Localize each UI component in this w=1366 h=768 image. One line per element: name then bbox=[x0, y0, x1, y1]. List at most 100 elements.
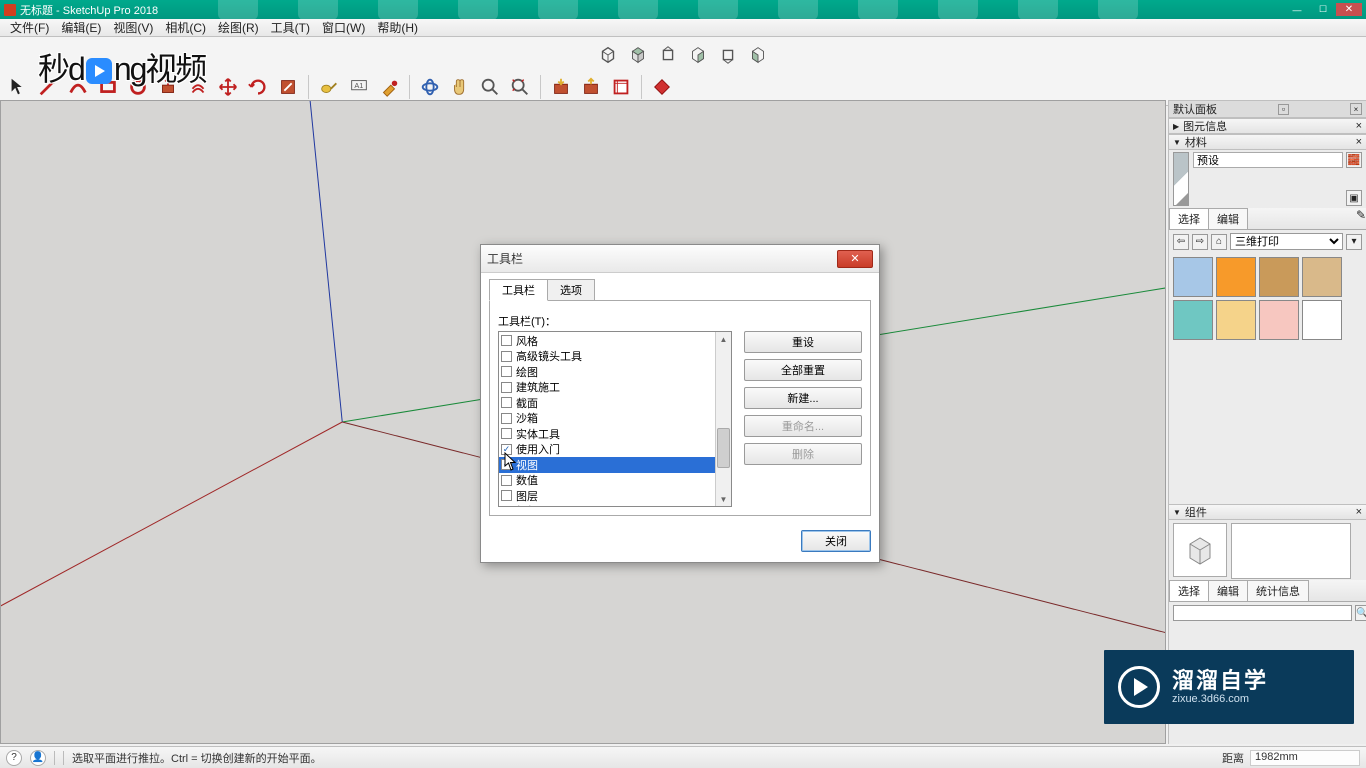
view-front-icon[interactable] bbox=[654, 41, 682, 69]
material-swatch[interactable] bbox=[1173, 300, 1213, 340]
toolbar-list-item[interactable]: 高级镜头工具 bbox=[499, 349, 731, 365]
offset-tool-icon[interactable] bbox=[184, 73, 212, 101]
warehouse-get-icon[interactable] bbox=[547, 73, 575, 101]
reset-all-button[interactable]: 全部重置 bbox=[744, 359, 862, 381]
material-swatch[interactable] bbox=[1216, 300, 1256, 340]
new-button[interactable]: 新建... bbox=[744, 387, 862, 409]
menu-tools[interactable]: 工具(T) bbox=[265, 19, 316, 36]
extension-warehouse-icon[interactable] bbox=[648, 73, 676, 101]
pan-tool-icon[interactable] bbox=[446, 73, 474, 101]
components-header[interactable]: ▼ 组件 × bbox=[1169, 504, 1366, 520]
menu-file[interactable]: 文件(F) bbox=[4, 19, 55, 36]
rectangle-tool-icon[interactable] bbox=[94, 73, 122, 101]
dialog-titlebar[interactable]: 工具栏 ✕ bbox=[481, 245, 879, 273]
view-left-icon[interactable] bbox=[744, 41, 772, 69]
toolbar-list-item[interactable]: 相机 bbox=[499, 504, 731, 508]
section-close-icon[interactable]: × bbox=[1356, 120, 1362, 132]
arc-tool-icon[interactable] bbox=[64, 73, 92, 101]
tab-select[interactable]: 选择 bbox=[1169, 580, 1209, 601]
dialog-tab-toolbars[interactable]: 工具栏 bbox=[489, 279, 548, 301]
scroll-up-icon[interactable]: ▲ bbox=[716, 332, 731, 346]
tab-stats[interactable]: 统计信息 bbox=[1247, 580, 1309, 601]
material-name-input[interactable] bbox=[1193, 152, 1343, 168]
user-icon[interactable]: 👤 bbox=[30, 750, 46, 766]
tab-edit[interactable]: 编辑 bbox=[1208, 580, 1248, 601]
checkbox-icon[interactable] bbox=[501, 351, 512, 362]
toolbar-list-item[interactable]: 风格 bbox=[499, 333, 731, 349]
checkbox-icon[interactable] bbox=[501, 413, 512, 424]
checkbox-icon[interactable] bbox=[501, 428, 512, 439]
reset-button[interactable]: 重设 bbox=[744, 331, 862, 353]
toolbars-listbox[interactable]: 风格高级镜头工具绘图建筑施工截面沙箱实体工具✓使用入门✓视图数值图层相机 ▲ ▼ bbox=[498, 331, 732, 507]
menu-camera[interactable]: 相机(C) bbox=[159, 19, 212, 36]
rotate-tool-icon[interactable] bbox=[244, 73, 272, 101]
minimize-button[interactable] bbox=[1284, 3, 1310, 16]
circle-tool-icon[interactable] bbox=[124, 73, 152, 101]
scale-tool-icon[interactable] bbox=[274, 73, 302, 101]
create-material-icon[interactable]: 🧱 bbox=[1346, 152, 1362, 168]
component-preview[interactable] bbox=[1173, 523, 1227, 577]
checkbox-icon[interactable] bbox=[501, 490, 512, 501]
move-tool-icon[interactable] bbox=[214, 73, 242, 101]
materials-header[interactable]: ▼ 材料 × bbox=[1169, 134, 1366, 150]
view-back-icon[interactable] bbox=[714, 41, 742, 69]
menu-edit[interactable]: 编辑(E) bbox=[55, 19, 107, 36]
select-tool-icon[interactable] bbox=[4, 73, 32, 101]
material-preview[interactable] bbox=[1173, 152, 1189, 206]
home-icon[interactable]: ⌂ bbox=[1211, 234, 1227, 250]
help-icon[interactable]: ? bbox=[6, 750, 22, 766]
material-swatch[interactable] bbox=[1216, 257, 1256, 297]
toolbar-list-item[interactable]: 实体工具 bbox=[499, 426, 731, 442]
toolbar-list-item[interactable]: 绘图 bbox=[499, 364, 731, 380]
tab-select[interactable]: 选择 bbox=[1169, 208, 1209, 229]
library-menu-icon[interactable]: ▾ bbox=[1346, 234, 1362, 250]
toolbar-list-item[interactable]: 数值 bbox=[499, 473, 731, 489]
paint-tool-icon[interactable] bbox=[375, 73, 403, 101]
line-tool-icon[interactable] bbox=[34, 73, 62, 101]
view-top-icon[interactable] bbox=[624, 41, 652, 69]
component-search-input[interactable] bbox=[1173, 605, 1352, 621]
layout-icon[interactable] bbox=[607, 73, 635, 101]
dialog-tab-options[interactable]: 选项 bbox=[547, 279, 595, 301]
menu-help[interactable]: 帮助(H) bbox=[371, 19, 424, 36]
material-category-select[interactable]: 三维打印 bbox=[1230, 233, 1343, 250]
menu-view[interactable]: 视图(V) bbox=[107, 19, 159, 36]
eyedropper-icon[interactable]: ✎ bbox=[1356, 208, 1366, 229]
toolbar-list-item[interactable]: ✓视图 bbox=[499, 457, 731, 473]
orbit-tool-icon[interactable] bbox=[416, 73, 444, 101]
tray-close-icon[interactable]: × bbox=[1350, 103, 1362, 115]
zoom-extents-icon[interactable] bbox=[506, 73, 534, 101]
section-close-icon[interactable]: × bbox=[1356, 506, 1362, 518]
menu-draw[interactable]: 绘图(R) bbox=[212, 19, 265, 36]
window-close-button[interactable] bbox=[1336, 3, 1362, 16]
tape-tool-icon[interactable] bbox=[315, 73, 343, 101]
toolbar-list-item[interactable]: 截面 bbox=[499, 395, 731, 411]
dialog-close-button[interactable]: ✕ bbox=[837, 250, 873, 268]
zoom-tool-icon[interactable] bbox=[476, 73, 504, 101]
toolbar-list-item[interactable]: ✓使用入门 bbox=[499, 442, 731, 458]
text-tool-icon[interactable]: A1 bbox=[345, 73, 373, 101]
maximize-button[interactable] bbox=[1310, 3, 1336, 16]
pushpull-tool-icon[interactable] bbox=[154, 73, 182, 101]
view-right-icon[interactable] bbox=[684, 41, 712, 69]
material-swatch[interactable] bbox=[1173, 257, 1213, 297]
checkbox-icon[interactable] bbox=[501, 366, 512, 377]
material-swatch[interactable] bbox=[1259, 300, 1299, 340]
warehouse-share-icon[interactable] bbox=[577, 73, 605, 101]
forward-icon[interactable]: ⇨ bbox=[1192, 234, 1208, 250]
toolbar-list-item[interactable]: 沙箱 bbox=[499, 411, 731, 427]
scroll-down-icon[interactable]: ▼ bbox=[716, 492, 731, 506]
checkbox-icon[interactable] bbox=[501, 397, 512, 408]
menu-window[interactable]: 窗口(W) bbox=[316, 19, 371, 36]
measurement-value[interactable]: 1982mm bbox=[1250, 750, 1360, 766]
toolbar-list-item[interactable]: 建筑施工 bbox=[499, 380, 731, 396]
view-iso-icon[interactable] bbox=[594, 41, 622, 69]
scrollbar[interactable]: ▲ ▼ bbox=[715, 332, 731, 506]
tab-edit[interactable]: 编辑 bbox=[1208, 208, 1248, 229]
entity-info-header[interactable]: ▶ 图元信息 × bbox=[1169, 118, 1366, 134]
section-close-icon[interactable]: × bbox=[1356, 136, 1362, 148]
checkbox-icon[interactable] bbox=[501, 335, 512, 346]
back-icon[interactable]: ⇦ bbox=[1173, 234, 1189, 250]
material-swatch[interactable] bbox=[1302, 300, 1342, 340]
checkbox-icon[interactable] bbox=[501, 506, 512, 507]
